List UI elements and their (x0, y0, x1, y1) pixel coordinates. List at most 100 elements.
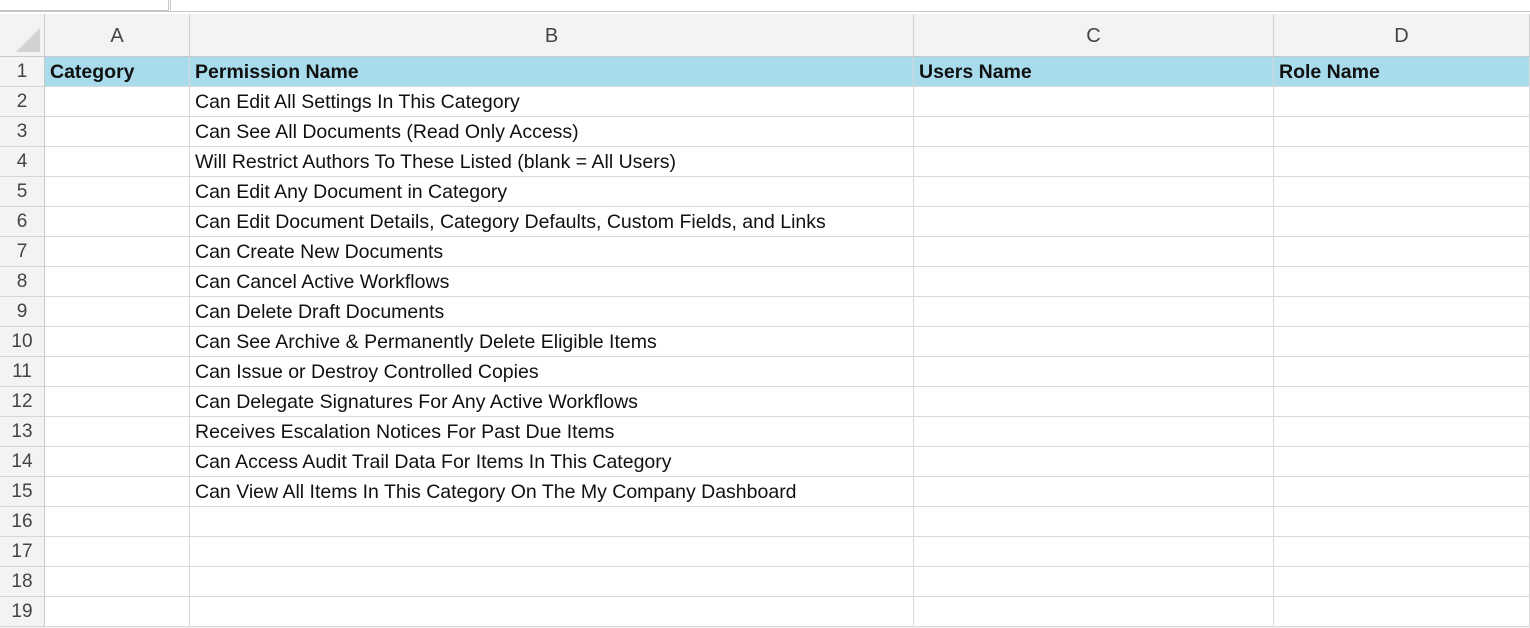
cell-b7[interactable]: Can Create New Documents (190, 237, 914, 267)
cell-d19[interactable] (1274, 597, 1530, 627)
cell-d4[interactable] (1274, 147, 1530, 177)
cell-a18[interactable] (45, 567, 190, 597)
cell-a3[interactable] (45, 117, 190, 147)
cell-c12[interactable] (914, 387, 1274, 417)
cell-c17[interactable] (914, 537, 1274, 567)
cell-b11[interactable]: Can Issue or Destroy Controlled Copies (190, 357, 914, 387)
row-header-11[interactable]: 11 (0, 357, 45, 387)
cell-a8[interactable] (45, 267, 190, 297)
cell-a14[interactable] (45, 447, 190, 477)
row-header-18[interactable]: 18 (0, 567, 45, 597)
cell-b4[interactable]: Will Restrict Authors To These Listed (b… (190, 147, 914, 177)
cell-c5[interactable] (914, 177, 1274, 207)
cell-c3[interactable] (914, 117, 1274, 147)
cell-b18[interactable] (190, 567, 914, 597)
cell-d3[interactable] (1274, 117, 1530, 147)
cell-b3[interactable]: Can See All Documents (Read Only Access) (190, 117, 914, 147)
cell-a1[interactable]: Category (45, 57, 190, 87)
cell-c13[interactable] (914, 417, 1274, 447)
cell-b6[interactable]: Can Edit Document Details, Category Defa… (190, 207, 914, 237)
cell-d18[interactable] (1274, 567, 1530, 597)
cell-b15[interactable]: Can View All Items In This Category On T… (190, 477, 914, 507)
column-header-d[interactable]: D (1274, 14, 1530, 57)
row-header-3[interactable]: 3 (0, 117, 45, 147)
name-box[interactable] (0, 0, 169, 11)
cell-d13[interactable] (1274, 417, 1530, 447)
cell-a10[interactable] (45, 327, 190, 357)
cell-a19[interactable] (45, 597, 190, 627)
row-header-15[interactable]: 15 (0, 477, 45, 507)
cell-a9[interactable] (45, 297, 190, 327)
cell-d11[interactable] (1274, 357, 1530, 387)
cell-a17[interactable] (45, 537, 190, 567)
cell-a2[interactable] (45, 87, 190, 117)
cell-c8[interactable] (914, 267, 1274, 297)
row-header-14[interactable]: 14 (0, 447, 45, 477)
row-header-12[interactable]: 12 (0, 387, 45, 417)
cell-d15[interactable] (1274, 477, 1530, 507)
cell-b1[interactable]: Permission Name (190, 57, 914, 87)
cell-c4[interactable] (914, 147, 1274, 177)
row-header-13[interactable]: 13 (0, 417, 45, 447)
cell-d9[interactable] (1274, 297, 1530, 327)
cell-c1[interactable]: Users Name (914, 57, 1274, 87)
cell-d14[interactable] (1274, 447, 1530, 477)
cell-a6[interactable] (45, 207, 190, 237)
cell-b19[interactable] (190, 597, 914, 627)
cell-b14[interactable]: Can Access Audit Trail Data For Items In… (190, 447, 914, 477)
row-header-6[interactable]: 6 (0, 207, 45, 237)
cell-d1[interactable]: Role Name (1274, 57, 1530, 87)
row-header-1[interactable]: 1 (0, 57, 45, 87)
cell-a4[interactable] (45, 147, 190, 177)
cell-d10[interactable] (1274, 327, 1530, 357)
row-header-9[interactable]: 9 (0, 297, 45, 327)
cell-b2[interactable]: Can Edit All Settings In This Category (190, 87, 914, 117)
cell-d8[interactable] (1274, 267, 1530, 297)
cell-d5[interactable] (1274, 177, 1530, 207)
cell-c19[interactable] (914, 597, 1274, 627)
cell-a5[interactable] (45, 177, 190, 207)
row-header-4[interactable]: 4 (0, 147, 45, 177)
cell-b9[interactable]: Can Delete Draft Documents (190, 297, 914, 327)
cell-a15[interactable] (45, 477, 190, 507)
cell-c6[interactable] (914, 207, 1274, 237)
cell-c2[interactable] (914, 87, 1274, 117)
cell-d12[interactable] (1274, 387, 1530, 417)
cell-a7[interactable] (45, 237, 190, 267)
cell-d17[interactable] (1274, 537, 1530, 567)
row-header-2[interactable]: 2 (0, 87, 45, 117)
row-header-19[interactable]: 19 (0, 597, 45, 627)
cell-c11[interactable] (914, 357, 1274, 387)
row-header-8[interactable]: 8 (0, 267, 45, 297)
select-all-corner[interactable] (0, 14, 45, 57)
cell-c16[interactable] (914, 507, 1274, 537)
cell-b8[interactable]: Can Cancel Active Workflows (190, 267, 914, 297)
cell-b12[interactable]: Can Delegate Signatures For Any Active W… (190, 387, 914, 417)
column-header-b[interactable]: B (190, 14, 914, 57)
cell-a16[interactable] (45, 507, 190, 537)
cell-c14[interactable] (914, 447, 1274, 477)
cell-c7[interactable] (914, 237, 1274, 267)
cell-c15[interactable] (914, 477, 1274, 507)
row-header-7[interactable]: 7 (0, 237, 45, 267)
row-header-17[interactable]: 17 (0, 537, 45, 567)
cell-b5[interactable]: Can Edit Any Document in Category (190, 177, 914, 207)
cell-d16[interactable] (1274, 507, 1530, 537)
cell-d7[interactable] (1274, 237, 1530, 267)
row-header-16[interactable]: 16 (0, 507, 45, 537)
cell-a11[interactable] (45, 357, 190, 387)
cell-c18[interactable] (914, 567, 1274, 597)
cell-a13[interactable] (45, 417, 190, 447)
cell-a12[interactable] (45, 387, 190, 417)
cell-b10[interactable]: Can See Archive & Permanently Delete Eli… (190, 327, 914, 357)
cell-b16[interactable] (190, 507, 914, 537)
row-header-5[interactable]: 5 (0, 177, 45, 207)
cell-c9[interactable] (914, 297, 1274, 327)
cell-c10[interactable] (914, 327, 1274, 357)
cell-b17[interactable] (190, 537, 914, 567)
cell-d6[interactable] (1274, 207, 1530, 237)
column-header-c[interactable]: C (914, 14, 1274, 57)
cell-b13[interactable]: Receives Escalation Notices For Past Due… (190, 417, 914, 447)
column-header-a[interactable]: A (45, 14, 190, 57)
row-header-10[interactable]: 10 (0, 327, 45, 357)
